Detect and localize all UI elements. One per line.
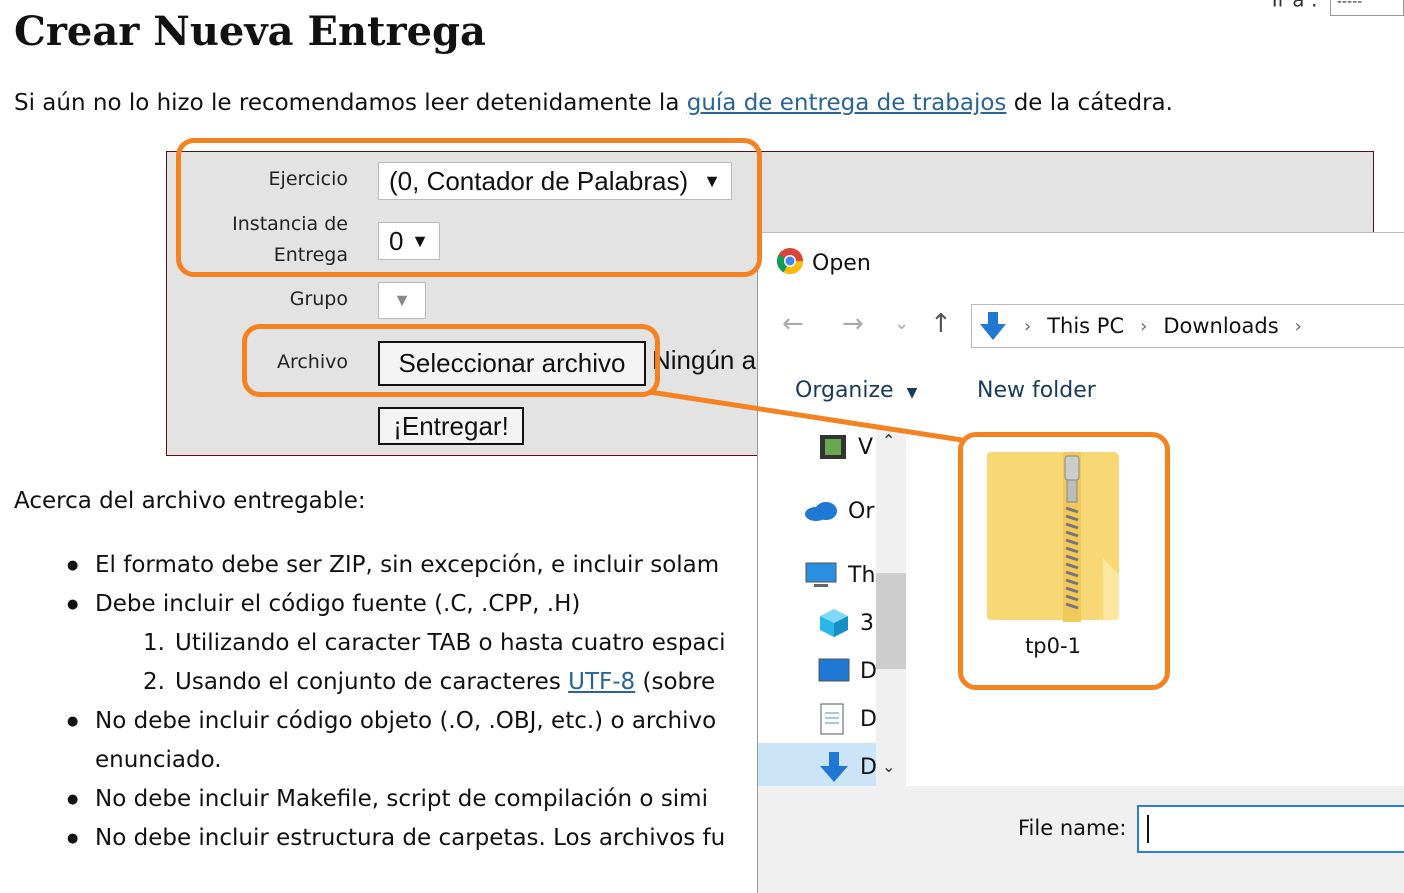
connector-line (649, 389, 963, 443)
annotation-connector (649, 389, 963, 443)
